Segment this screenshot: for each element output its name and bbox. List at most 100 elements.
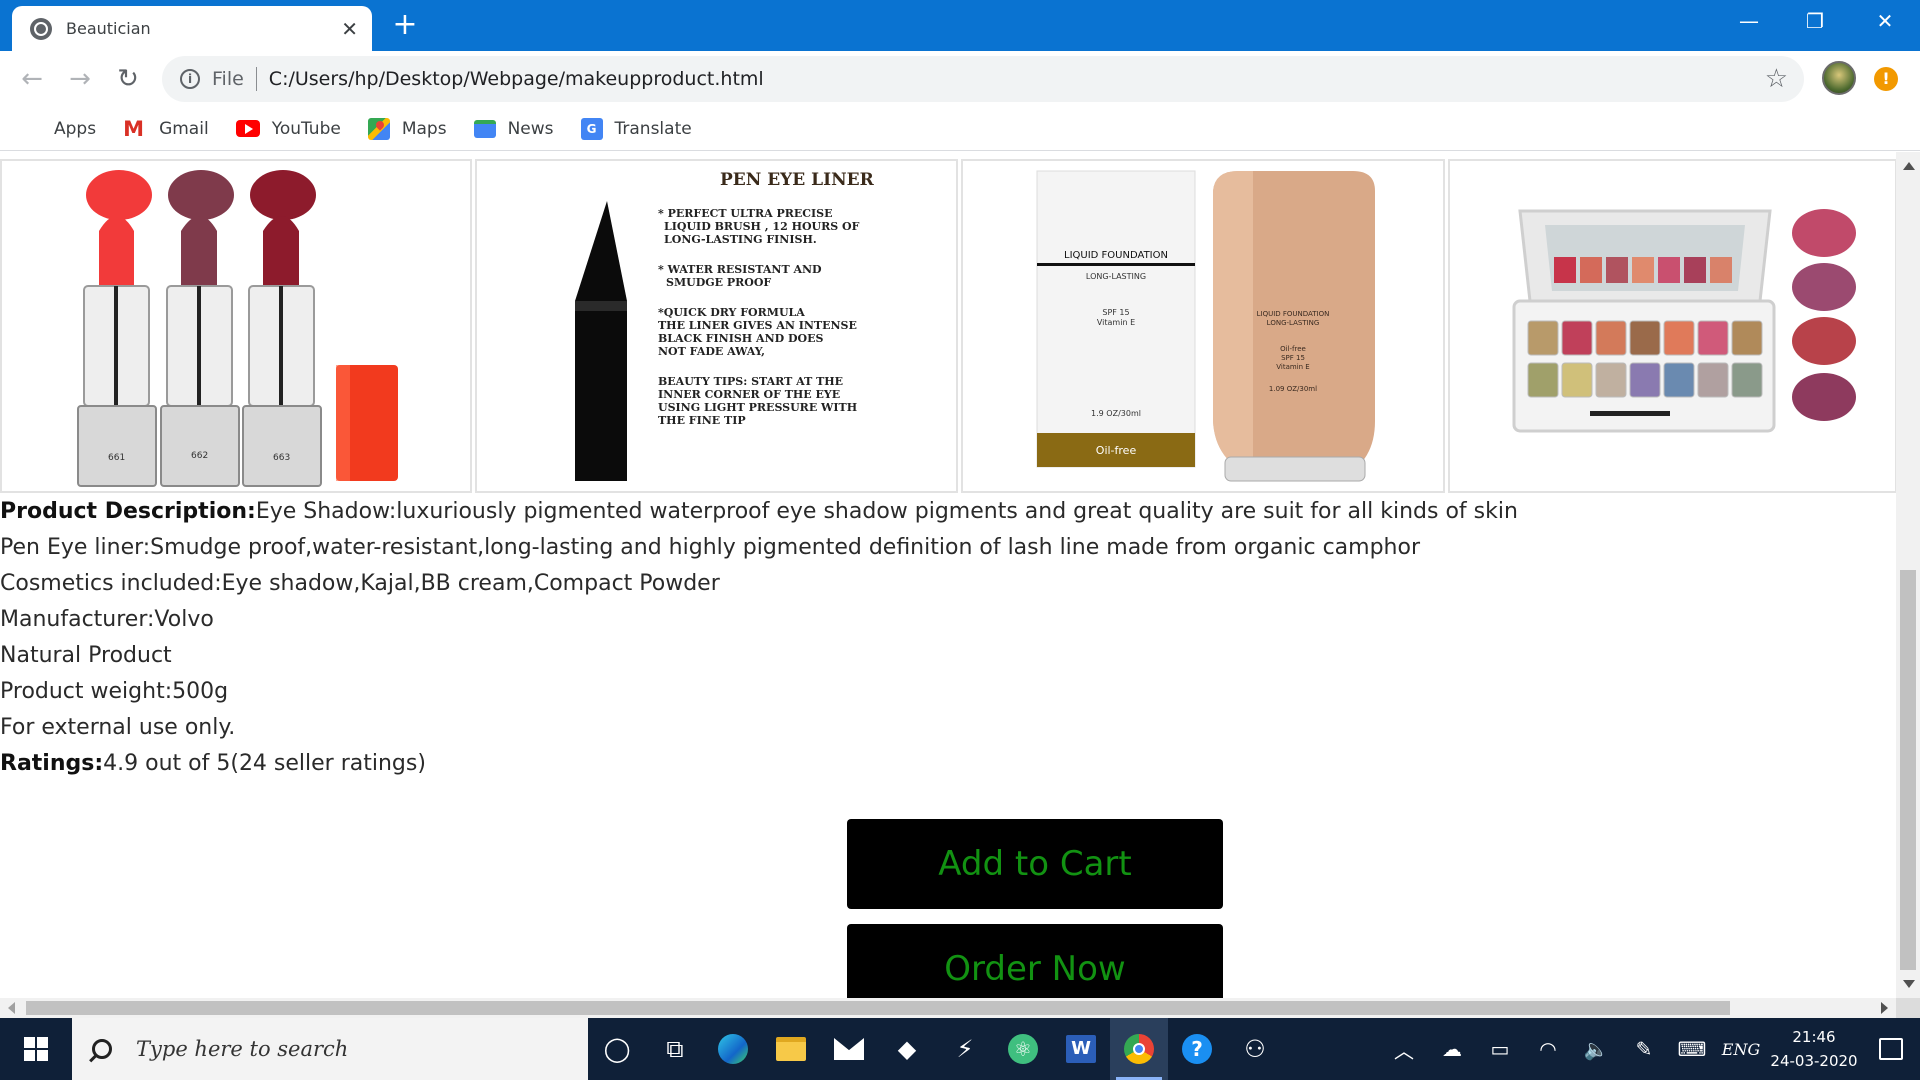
update-alert-icon[interactable]: ! <box>1874 67 1898 91</box>
pen-icon[interactable]: ✎ <box>1620 1037 1668 1061</box>
news-icon <box>473 119 496 138</box>
page-viewport: 661 662 663 PEN EYE LINER * PERFECT ULTR… <box>0 152 1920 998</box>
svg-text:THE FINE TIP: THE FINE TIP <box>658 414 746 427</box>
svg-text:NOT FADE AWAY,: NOT FADE AWAY, <box>658 345 765 358</box>
bookmark-gmail[interactable]: Gmail <box>123 119 209 139</box>
eyeliner-illustration: PEN EYE LINER * PERFECT ULTRA PRECISE LI… <box>574 170 875 481</box>
bookmark-label: Maps <box>401 118 447 139</box>
people-icon[interactable]: ⚇ <box>1226 1018 1284 1080</box>
browser-tab[interactable]: Beautician ✕ <box>12 6 372 51</box>
scroll-down-arrow-icon[interactable] <box>1903 980 1915 988</box>
notification-center-icon[interactable] <box>1862 1038 1920 1060</box>
desc-eyeshadow: Product Description:Eye Shadow:luxurious… <box>0 499 1518 524</box>
svg-text:SPF 15: SPF 15 <box>1102 308 1129 317</box>
language-indicator[interactable]: ENG <box>1716 1040 1766 1059</box>
window-close-button[interactable]: ✕ <box>1850 0 1920 42</box>
scroll-left-arrow-icon[interactable] <box>8 1002 15 1014</box>
order-now-button[interactable]: Order Now <box>847 924 1223 998</box>
restore-button[interactable]: ❐ <box>1780 0 1850 42</box>
clock-time: 21:46 <box>1792 1028 1836 1046</box>
svg-text:SMUDGE PROOF: SMUDGE PROOF <box>666 276 771 289</box>
url-text[interactable]: C:/Users/hp/Desktop/Webpage/makeupproduc… <box>269 68 1765 90</box>
lightning-app-icon[interactable]: ⚡ <box>936 1018 994 1080</box>
svg-text:* PERFECT ULTRA PRECISE: * PERFECT ULTRA PRECISE <box>658 207 833 220</box>
desc-ratings: Ratings:4.9 out of 5(24 seller ratings) <box>0 751 426 776</box>
svg-text:LONG-LASTING: LONG-LASTING <box>1267 319 1320 327</box>
keyboard-icon[interactable]: ⌨ <box>1668 1037 1716 1061</box>
word-icon[interactable]: W <box>1052 1018 1110 1080</box>
bookmark-youtube[interactable]: YouTube <box>235 119 341 139</box>
cortana-icon[interactable]: ◯ <box>588 1018 646 1080</box>
translate-icon: G <box>580 117 603 140</box>
desc-weight: Product weight:500g <box>0 679 229 704</box>
battery-icon[interactable]: ▭ <box>1476 1037 1524 1061</box>
back-button[interactable]: ← <box>14 61 50 97</box>
bookmark-maps[interactable]: Maps <box>367 117 447 140</box>
bookmark-news[interactable]: News <box>473 119 554 139</box>
eyeliner-title: PEN EYE LINER <box>720 170 875 190</box>
task-view-icon[interactable]: ⧉ <box>646 1018 704 1080</box>
start-button[interactable] <box>0 1018 72 1080</box>
show-hidden-icons-icon[interactable]: ︿ <box>1380 1035 1428 1064</box>
forward-button[interactable]: → <box>62 61 98 97</box>
desc-label: Product Description: <box>0 499 256 524</box>
globe-icon <box>30 17 52 40</box>
windows-taskbar: Type here to search ◯ ⧉ ◆ ⚡ ⚛ W ? ⚇ ︿ ☁ … <box>0 1018 1920 1080</box>
svg-text:Vitamin E: Vitamin E <box>1276 363 1309 371</box>
horizontal-scrollbar[interactable] <box>0 998 1896 1018</box>
tab-title: Beautician <box>66 19 151 38</box>
foundation-box-title: LIQUID FOUNDATION <box>1064 250 1168 261</box>
svg-text:1.09 OZ/30ml: 1.09 OZ/30ml <box>1269 385 1317 393</box>
search-icon <box>92 1039 112 1059</box>
system-tray: ︿ ☁ ▭ ◠ 🔈 ✎ ⌨ ENG 21:46 24-03-2020 <box>1380 1018 1920 1080</box>
search-placeholder: Type here to search <box>136 1037 349 1061</box>
svg-text:BEAUTY TIPS: START AT THE: BEAUTY TIPS: START AT THE <box>658 375 843 388</box>
foundation-image: LIQUID FOUNDATION LONG-LASTING SPF 15 Vi… <box>960 159 1446 493</box>
wifi-icon[interactable]: ◠ <box>1524 1037 1572 1061</box>
scroll-right-arrow-icon[interactable] <box>1881 1002 1888 1014</box>
bookmark-apps[interactable]: Apps <box>20 118 96 140</box>
svg-text:Oil-free: Oil-free <box>1280 345 1306 353</box>
bookmark-star-icon[interactable]: ☆ <box>1765 64 1788 94</box>
info-icon[interactable]: i <box>180 69 200 89</box>
svg-text:LONG-LASTING FINISH.: LONG-LASTING FINISH. <box>664 233 817 246</box>
dropbox-icon[interactable]: ◆ <box>878 1018 936 1080</box>
divider <box>255 67 257 91</box>
bookmark-translate[interactable]: G Translate <box>580 117 692 140</box>
edge-icon[interactable] <box>704 1018 762 1080</box>
atom-icon[interactable]: ⚛ <box>994 1018 1052 1080</box>
desc-external: For external use only. <box>0 715 236 740</box>
svg-text:BLACK FINISH AND DOES: BLACK FINISH AND DOES <box>658 332 823 345</box>
scheme-label: File <box>212 68 244 90</box>
browser-toolbar: ← → ↻ i File C:/Users/hp/Desktop/Webpage… <box>0 51 1920 107</box>
taskbar-search-box[interactable]: Type here to search <box>72 1018 588 1080</box>
new-tab-button[interactable]: + <box>390 9 420 41</box>
profile-avatar[interactable] <box>1822 61 1856 95</box>
svg-text:Vitamin E: Vitamin E <box>1097 318 1135 327</box>
help-icon[interactable]: ? <box>1168 1018 1226 1080</box>
add-to-cart-button[interactable]: Add to Cart <box>847 819 1223 909</box>
reload-button[interactable]: ↻ <box>110 61 146 97</box>
svg-text:* WATER RESISTANT AND: * WATER RESISTANT AND <box>658 263 822 276</box>
scroll-up-arrow-icon[interactable] <box>1903 162 1915 170</box>
minimize-button[interactable]: — <box>1714 0 1784 42</box>
svg-text:SPF 15: SPF 15 <box>1281 354 1305 362</box>
gmail-icon <box>123 120 147 138</box>
volume-icon[interactable]: 🔈 <box>1572 1037 1620 1061</box>
mail-icon[interactable] <box>820 1018 878 1080</box>
file-explorer-icon[interactable] <box>762 1018 820 1080</box>
clock[interactable]: 21:46 24-03-2020 <box>1766 1025 1862 1073</box>
horizontal-scroll-thumb[interactable] <box>26 1001 1730 1015</box>
foundation-illustration: LIQUID FOUNDATION LONG-LASTING SPF 15 Vi… <box>1036 170 1375 482</box>
tab-close-button[interactable]: ✕ <box>341 17 358 41</box>
chrome-icon[interactable] <box>1110 1018 1168 1080</box>
bookmark-label: Apps <box>54 118 97 139</box>
vertical-scroll-thumb[interactable] <box>1900 570 1916 970</box>
vertical-scrollbar[interactable] <box>1896 152 1920 998</box>
desc-eyeliner: Pen Eye liner:Smudge proof,water-resista… <box>0 535 1420 560</box>
ratings-label: Ratings: <box>0 751 104 776</box>
scrollbar-corner <box>1896 998 1920 1018</box>
maps-icon <box>367 117 390 140</box>
address-bar[interactable]: i File C:/Users/hp/Desktop/Webpage/makeu… <box>162 56 1804 102</box>
onedrive-icon[interactable]: ☁ <box>1428 1037 1476 1061</box>
